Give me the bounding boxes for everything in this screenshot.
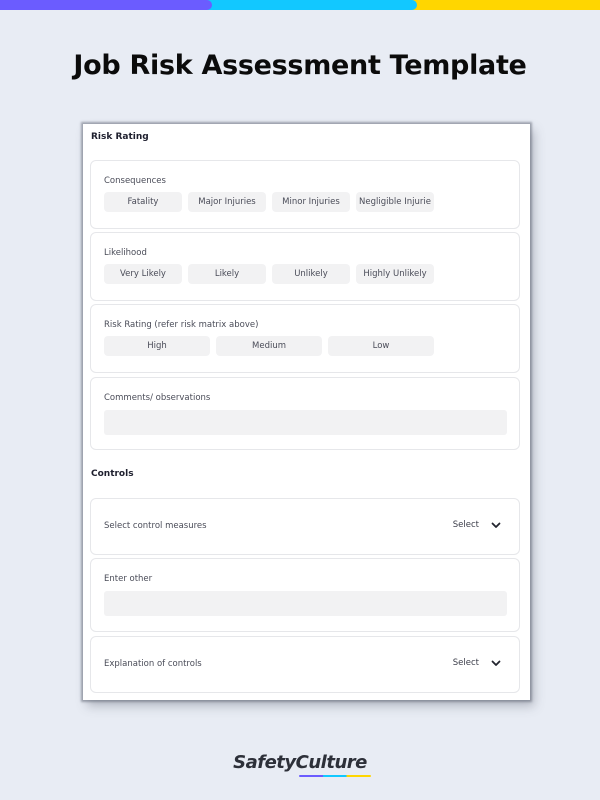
page-title: Job Risk Assessment Template [73, 50, 527, 81]
explanation-select[interactable]: Select [453, 658, 501, 668]
risk-rating-options: High Medium Low [104, 336, 434, 356]
control-measures-field[interactable]: Select control measures Select [90, 498, 520, 555]
color-bar-yellow [410, 0, 600, 10]
explanation-field[interactable]: Explanation of controls Select [90, 636, 520, 693]
option-unlikely[interactable]: Unlikely [272, 264, 350, 284]
comments-label: Comments/ observations [104, 393, 211, 403]
control-measures-select-label: Select [452, 520, 479, 530]
option-fatality[interactable]: Fatality [104, 192, 182, 212]
logo-underline [299, 775, 372, 777]
enter-other-input[interactable] [104, 591, 507, 616]
enter-other-label: Enter other [104, 574, 153, 584]
risk-rating-field: Risk Rating (refer risk matrix above) Hi… [90, 304, 520, 373]
chevron-down-icon [491, 660, 501, 666]
form-card: Risk Rating Consequences Fatality Major … [83, 124, 530, 700]
option-low[interactable]: Low [328, 336, 434, 356]
color-bar-cyan [205, 0, 417, 10]
comments-input[interactable] [104, 410, 507, 435]
logo-text: SafetyCulture [233, 752, 367, 773]
option-medium[interactable]: Medium [216, 336, 322, 356]
control-measures-select[interactable]: Select [453, 520, 501, 530]
option-high[interactable]: High [104, 336, 210, 356]
option-very-likely[interactable]: Very Likely [104, 264, 182, 284]
comments-field: Comments/ observations [90, 377, 520, 450]
risk-rating-label: Risk Rating (refer risk matrix above) [104, 320, 259, 330]
likelihood-label: Likelihood [104, 248, 147, 258]
logo-wordmark: SafetyCulture [233, 752, 372, 777]
brand-color-bar [0, 0, 600, 10]
brand-logo: SafetyCulture [0, 752, 600, 777]
option-minor-injuries[interactable]: Minor Injuries [272, 192, 350, 212]
explanation-select-label: Select [452, 658, 479, 668]
consequences-label: Consequences [104, 176, 166, 186]
section-title-controls: Controls [91, 469, 134, 479]
option-likely[interactable]: Likely [188, 264, 266, 284]
control-measures-label: Select control measures [104, 521, 207, 531]
likelihood-options: Very Likely Likely Unlikely Highly Unlik… [104, 264, 434, 284]
chevron-down-icon [491, 522, 501, 528]
consequences-field: Consequences Fatality Major Injuries Min… [90, 160, 520, 229]
explanation-label: Explanation of controls [104, 659, 202, 669]
section-title-risk-rating: Risk Rating [91, 132, 149, 142]
option-highly-unlikely[interactable]: Highly Unlikely [356, 264, 434, 284]
color-bar-purple [0, 0, 212, 10]
option-negligible-injuries[interactable]: Negligible Injurie [356, 192, 434, 212]
likelihood-field: Likelihood Very Likely Likely Unlikely H… [90, 232, 520, 301]
option-major-injuries[interactable]: Major Injuries [188, 192, 266, 212]
enter-other-field: Enter other [90, 558, 520, 632]
consequences-options: Fatality Major Injuries Minor Injuries N… [104, 192, 434, 212]
